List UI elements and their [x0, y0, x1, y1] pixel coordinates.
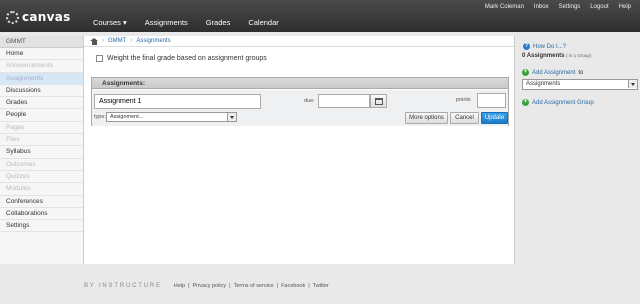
- footer: BY INSTRUCTURE Help | Privacy policy | Terms…: [84, 283, 329, 289]
- footer-link-twitter[interactable]: Twitter: [313, 283, 329, 289]
- sidebar-item-announcements: Announcements: [0, 60, 83, 73]
- nav-grades[interactable]: Grades: [197, 14, 240, 31]
- footer-link-facebook[interactable]: Facebook: [281, 283, 305, 289]
- sidebar-item-outcomes: Outcomes: [0, 159, 83, 171]
- footer-separator: |: [188, 283, 190, 289]
- sidebar-item-settings[interactable]: Settings: [0, 220, 83, 233]
- nav-assignments[interactable]: Assignments: [136, 14, 197, 31]
- due-date-input[interactable]: [318, 94, 370, 108]
- question-icon: ?: [523, 43, 530, 50]
- main-content: › GMMT › Assignments Weight the final gr…: [84, 36, 514, 264]
- canvas-logo[interactable]: canvas: [6, 10, 71, 24]
- type-label: type:: [94, 114, 106, 120]
- settings-link[interactable]: Settings: [554, 2, 586, 12]
- points-input[interactable]: [477, 93, 506, 108]
- add-assignment-group-link[interactable]: + Add Assignment Group: [522, 99, 594, 106]
- footer-separator: |: [229, 283, 231, 289]
- chevron-down-icon: [628, 80, 637, 88]
- assignment-group: Assignments: due: points type: Assignmen…: [91, 77, 509, 126]
- sidebar-item-collaborations[interactable]: Collaborations: [0, 208, 83, 221]
- more-options-button[interactable]: More options: [405, 112, 448, 124]
- assignment-title-input[interactable]: [94, 94, 261, 109]
- sidebar-item-modules: Modules: [0, 183, 83, 196]
- weight-checkbox[interactable]: [96, 55, 103, 62]
- assignment-count-bold: 0 Assignments: [522, 53, 565, 59]
- breadcrumb-assignments[interactable]: Assignments: [136, 38, 170, 44]
- logout-link[interactable]: Logout: [585, 2, 613, 12]
- type-select-value: Assignment...: [110, 114, 144, 120]
- breadcrumb-separator: ›: [102, 38, 104, 44]
- weight-label: Weight the final grade based on assignme…: [107, 55, 267, 62]
- footer-link-privacy-policy[interactable]: Privacy policy: [193, 283, 227, 289]
- sidebar-item-assignments[interactable]: Assignments: [0, 72, 83, 85]
- breadcrumb-course[interactable]: GMMT: [108, 38, 126, 44]
- main-nav: Courses ▾ Assignments Grades Calendar: [84, 14, 288, 31]
- breadcrumb: › GMMT › Assignments: [84, 36, 514, 47]
- course-sidebar: GMMT Home Announcements Assignments Discuss…: [0, 36, 84, 264]
- inbox-link[interactable]: Inbox: [529, 2, 554, 12]
- footer-link-help[interactable]: Help: [174, 283, 185, 289]
- canvas-logo-icon: [6, 10, 19, 24]
- assignment-group-select[interactable]: Assignments: [522, 79, 638, 90]
- calendar-button[interactable]: [370, 94, 387, 108]
- breadcrumb-separator: ›: [130, 38, 133, 44]
- due-label: due:: [304, 98, 315, 104]
- footer-links: Help | Privacy policy | Terms of service | Fac…: [174, 283, 329, 289]
- assignment-count: 0 Assignments ( in 1 Group): [522, 53, 591, 59]
- top-header: canvas Courses ▾ Assignments Grades Cale…: [0, 0, 640, 32]
- assignment-count-small: ( in 1 Group): [566, 53, 592, 58]
- points-label: points: [456, 97, 471, 103]
- add-assignment-to: to: [578, 69, 584, 76]
- logo-text: canvas: [22, 10, 71, 24]
- sidebar-item-discussions[interactable]: Discussions: [0, 85, 83, 98]
- sidebar-item-conferences[interactable]: Conferences: [0, 196, 83, 208]
- home-icon[interactable]: [90, 37, 98, 45]
- add-group-label: Add Assignment Group: [532, 99, 594, 106]
- sidebar-item-syllabus[interactable]: Syllabus: [0, 146, 83, 159]
- weight-option: Weight the final grade based on assignme…: [96, 55, 267, 62]
- assignment-group-title: Assignments:: [92, 78, 508, 89]
- footer-link-terms-of-service[interactable]: Terms of service: [234, 283, 274, 289]
- cancel-button[interactable]: Cancel: [450, 112, 479, 124]
- nav-calendar[interactable]: Calendar: [239, 14, 287, 31]
- calendar-icon: [375, 98, 383, 105]
- user-nav: Mark Coleman Inbox Settings Logout Help: [480, 2, 636, 12]
- sidebar-item-people[interactable]: People: [0, 109, 83, 122]
- how-do-i-link[interactable]: ? How Do I...?: [523, 43, 566, 50]
- footer-separator: |: [276, 283, 279, 289]
- add-assignment-label: Add Assignment: [532, 69, 576, 76]
- plus-icon: +: [522, 69, 529, 76]
- help-link[interactable]: Help: [614, 2, 636, 12]
- how-do-i-label: How Do I...?: [533, 43, 567, 50]
- sidebar-item-files: Files: [0, 134, 83, 147]
- type-select[interactable]: Assignment...: [106, 112, 237, 122]
- course-code[interactable]: GMMT: [0, 36, 83, 48]
- sidebar-item-home[interactable]: Home: [0, 48, 83, 61]
- sidebar-item-grades[interactable]: Grades: [0, 97, 83, 110]
- add-assignment-link[interactable]: + Add Assignment to: [522, 69, 583, 76]
- group-select-value: Assignments: [526, 81, 561, 87]
- footer-separator: |: [308, 283, 310, 289]
- footer-brand[interactable]: BY INSTRUCTURE: [84, 283, 162, 289]
- new-assignment-form: due: points type: Assignment... More opt…: [92, 90, 508, 126]
- plus-icon: +: [522, 99, 529, 106]
- right-sidebar: ? How Do I...? 0 Assignments ( in 1 Grou…: [514, 36, 640, 264]
- user-name-link[interactable]: Mark Coleman: [480, 2, 529, 12]
- sidebar-item-pages: Pages: [0, 122, 83, 135]
- chevron-down-icon: [227, 113, 236, 121]
- update-button[interactable]: Update: [481, 112, 508, 124]
- nav-courses[interactable]: Courses ▾: [84, 14, 136, 31]
- sidebar-item-quizzes: Quizzes: [0, 171, 83, 184]
